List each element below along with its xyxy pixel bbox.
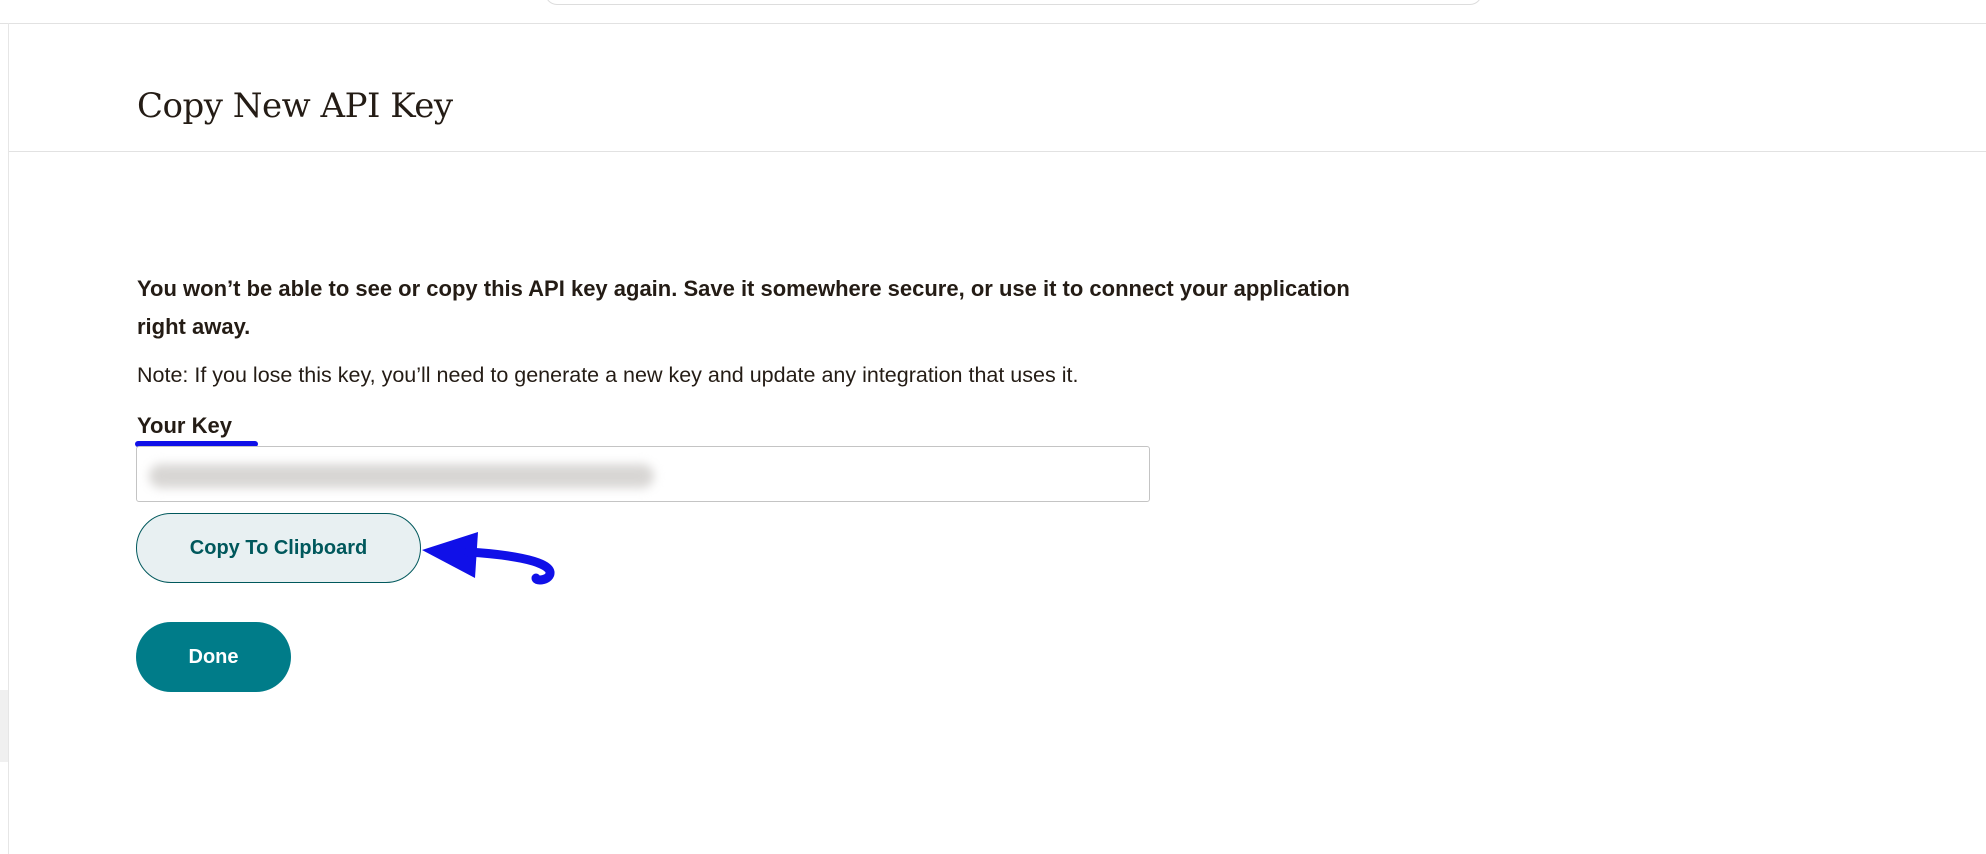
key-label: Your Key <box>137 413 232 438</box>
dialog-header: Copy New API Key <box>9 24 1986 152</box>
copy-to-clipboard-button[interactable]: Copy To Clipboard <box>136 513 421 583</box>
top-bar <box>0 0 1986 24</box>
page-title: Copy New API Key <box>137 86 453 126</box>
search-bar[interactable] <box>545 0 1482 5</box>
annotation-arrow-icon <box>422 532 555 585</box>
blurred-key-value <box>149 464 654 488</box>
warning-text: You won’t be able to see or copy this AP… <box>137 276 1350 339</box>
sidebar-edge <box>0 690 8 762</box>
note-text: Note: If you lose this key, you’ll need … <box>137 363 1079 387</box>
api-key-field[interactable] <box>136 446 1150 502</box>
done-button[interactable]: Done <box>136 622 291 692</box>
